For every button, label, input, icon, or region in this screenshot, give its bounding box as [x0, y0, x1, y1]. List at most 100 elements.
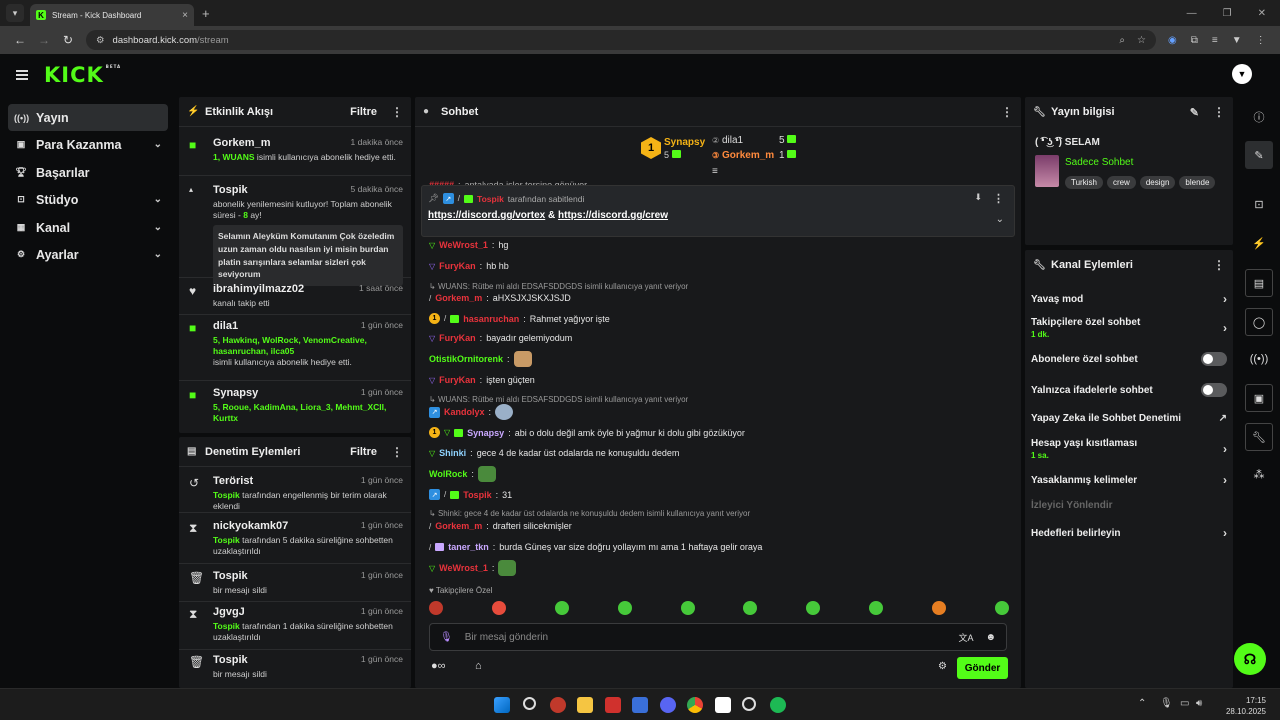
chat-message[interactable]: ▽ Shinki: gece 4 de kadar üst odalarda ne …: [429, 448, 679, 458]
file-explorer-icon[interactable]: [577, 697, 593, 713]
sidebar-item-yayin[interactable]: ((•)) Yayın: [8, 104, 168, 131]
drops-icon[interactable]: ⁂: [1245, 460, 1273, 488]
new-tab-button[interactable]: +: [202, 6, 210, 21]
lightning-icon[interactable]: ⚡: [1245, 229, 1273, 257]
reload-icon[interactable]: ↻: [56, 33, 80, 47]
sidebar-item-para-kazanma[interactable]: ▣ Para Kazanma ⌄: [8, 131, 168, 158]
pencil-icon[interactable]: ✎: [1245, 141, 1273, 169]
pinned-link-vortex[interactable]: https://discord.gg/vortex: [428, 210, 545, 221]
chat-message[interactable]: ▽ FuryKan: hb hb: [429, 261, 509, 271]
chat-message[interactable]: ↗ / Tospik:31: [429, 489, 512, 500]
chat-message[interactable]: / Gorkem_m: drafteri silicekmişler: [429, 521, 572, 531]
send-button[interactable]: Gönder: [957, 657, 1008, 679]
chat-input[interactable]: 🎙︎ Bir mesaj gönderin 文A ☻: [429, 623, 1007, 651]
chat-message[interactable]: ▽ FuryKan: bayadır gelemiyodum: [429, 333, 572, 343]
emotes-only-toggle[interactable]: [1201, 383, 1227, 397]
chrome-icon[interactable]: [687, 697, 703, 713]
drops-icon[interactable]: ●∞: [431, 660, 446, 672]
screen-capture-icon[interactable]: ⊡: [1245, 190, 1273, 218]
info-icon[interactable]: ⓘ: [1245, 103, 1273, 131]
discord-icon[interactable]: [660, 697, 676, 713]
chat-message[interactable]: ↗ Kandolyx:: [429, 404, 514, 420]
sidebar-item-kanal[interactable]: ▦ Kanal ⌄: [8, 214, 168, 241]
chat-message[interactable]: OtistikOrnitorenk:: [429, 351, 532, 367]
edit-pencil-icon[interactable]: ✎: [1190, 106, 1199, 119]
media-app-icon[interactable]: [605, 697, 621, 713]
more-options-icon[interactable]: ⋮: [1213, 105, 1225, 119]
chat-message[interactable]: 1 ▽ Synapsy: abi o dolu değil amk öyle bi y…: [429, 427, 745, 438]
emote-icon[interactable]: [743, 601, 758, 615]
back-icon[interactable]: ←: [8, 33, 32, 47]
media-icon[interactable]: ≡: [1212, 35, 1218, 46]
emoji-icon[interactable]: ☻: [985, 632, 996, 643]
support-headset-button[interactable]: ☊: [1234, 643, 1266, 675]
sidebar-item-basarilar[interactable]: 🏆︎ Başarılar: [8, 159, 168, 186]
forward-icon[interactable]: →: [32, 33, 56, 47]
hamburger-menu-icon[interactable]: [16, 70, 28, 80]
sidebar-item-studyo[interactable]: ⊡ Stüdyo ⌄: [8, 186, 168, 213]
volume-icon[interactable]: 🔊︎: [1196, 698, 1202, 709]
action-slow-mode[interactable]: Yavaş mod ›: [1031, 292, 1227, 306]
extensions-icon[interactable]: ⧉: [1191, 35, 1198, 46]
user-avatar[interactable]: ▼: [1232, 64, 1252, 84]
clock-app-icon[interactable]: [742, 697, 756, 711]
action-goals[interactable]: Hedefleri belirleyin ›: [1031, 526, 1227, 540]
emote-icon[interactable]: [617, 601, 632, 615]
emote-icon[interactable]: [680, 601, 695, 615]
action-ai-moderation[interactable]: Yapay Zeka ile Sohbet Denetimi ↗: [1031, 413, 1227, 424]
chat-message[interactable]: WolRock:: [429, 466, 496, 482]
emote-icon[interactable]: [869, 601, 884, 615]
subscribers-only-toggle[interactable]: [1201, 352, 1227, 366]
emote-icon[interactable]: [429, 601, 443, 615]
chat-message[interactable]: 1/hasanruchan: Rahmet yağıyor işte: [429, 313, 610, 324]
window-close-icon[interactable]: ✕: [1258, 8, 1266, 19]
zoom-icon[interactable]: ⌕: [1119, 35, 1125, 46]
more-options-icon[interactable]: ⋮: [391, 445, 403, 459]
menu-icon[interactable]: ⋮: [1256, 35, 1266, 46]
audio-icon[interactable]: ◉: [1168, 35, 1177, 46]
filter-button[interactable]: Filtre: [350, 106, 377, 118]
store-icon[interactable]: ⌂: [475, 660, 482, 672]
action-followers-only[interactable]: Takipçilere özel sohbet 1 dk. ›: [1031, 317, 1227, 339]
collapse-leaderboard-icon[interactable]: ≡: [712, 166, 718, 177]
close-tab-icon[interactable]: ×: [182, 10, 188, 21]
sidebar-item-ayarlar[interactable]: ⚙ Ayarlar ⌄: [8, 241, 168, 268]
tab-search-button[interactable]: ▾: [6, 4, 24, 22]
pinned-options-icon[interactable]: ⋮: [993, 192, 1004, 205]
network-icon[interactable]: ▭: [1180, 698, 1189, 709]
action-banned-words[interactable]: Yasaklanmış kelimeler ›: [1031, 473, 1227, 487]
app-icon[interactable]: [550, 697, 566, 713]
action-account-age[interactable]: Hesap yaşı kısıtlaması 1 sa. ›: [1031, 438, 1227, 460]
more-options-icon[interactable]: ⋮: [391, 105, 403, 119]
category-name[interactable]: Sadece Sohbet: [1065, 157, 1133, 168]
kick-logo[interactable]: KICK BETA: [44, 64, 121, 86]
chat-bubble-icon[interactable]: ◯: [1245, 308, 1273, 336]
expand-chevron-icon[interactable]: ⌄: [996, 214, 1004, 225]
tray-chevron-icon[interactable]: ⌃: [1138, 698, 1146, 709]
pinned-link-crew[interactable]: https://discord.gg/crew: [558, 210, 668, 221]
microphone-tray-icon[interactable]: 🎙︎: [1160, 698, 1173, 709]
chat-message[interactable]: ▽ WeWrost_1:: [429, 560, 517, 576]
translate-icon[interactable]: 文A: [958, 631, 973, 644]
site-info-icon[interactable]: ⚙: [96, 35, 105, 46]
filter-button[interactable]: Filtre: [350, 446, 377, 458]
stack-icon[interactable]: ▣: [1245, 384, 1273, 412]
browser-tab[interactable]: K Stream - Kick Dashboard ×: [30, 4, 194, 26]
windows-start-icon[interactable]: [494, 697, 510, 713]
emote-icon[interactable]: [554, 601, 569, 615]
notes-icon[interactable]: ▤: [1245, 269, 1273, 297]
chat-message[interactable]: / taner_tkn: burda Güneş var size doğru yo…: [429, 542, 762, 552]
search-icon[interactable]: [523, 697, 536, 710]
microphone-icon[interactable]: 🎙︎: [440, 632, 453, 643]
more-options-icon[interactable]: ⋮: [1213, 258, 1225, 272]
chat-message[interactable]: / Gorkem_m: aHXSJXJSKXJSJD: [429, 293, 571, 303]
chat-settings-gear-icon[interactable]: ⚙: [938, 661, 947, 672]
more-options-icon[interactable]: ⋮: [1001, 105, 1013, 119]
unpin-icon[interactable]: ⬇: [974, 192, 982, 203]
maximize-icon[interactable]: ❐: [1223, 8, 1232, 19]
profile-icon[interactable]: ▼: [1232, 35, 1242, 46]
chat-message[interactable]: ▽ WeWrost_1: hg: [429, 240, 508, 250]
spotify-icon[interactable]: [770, 697, 786, 713]
notion-icon[interactable]: [715, 697, 731, 713]
emote-icon[interactable]: [994, 601, 1009, 615]
